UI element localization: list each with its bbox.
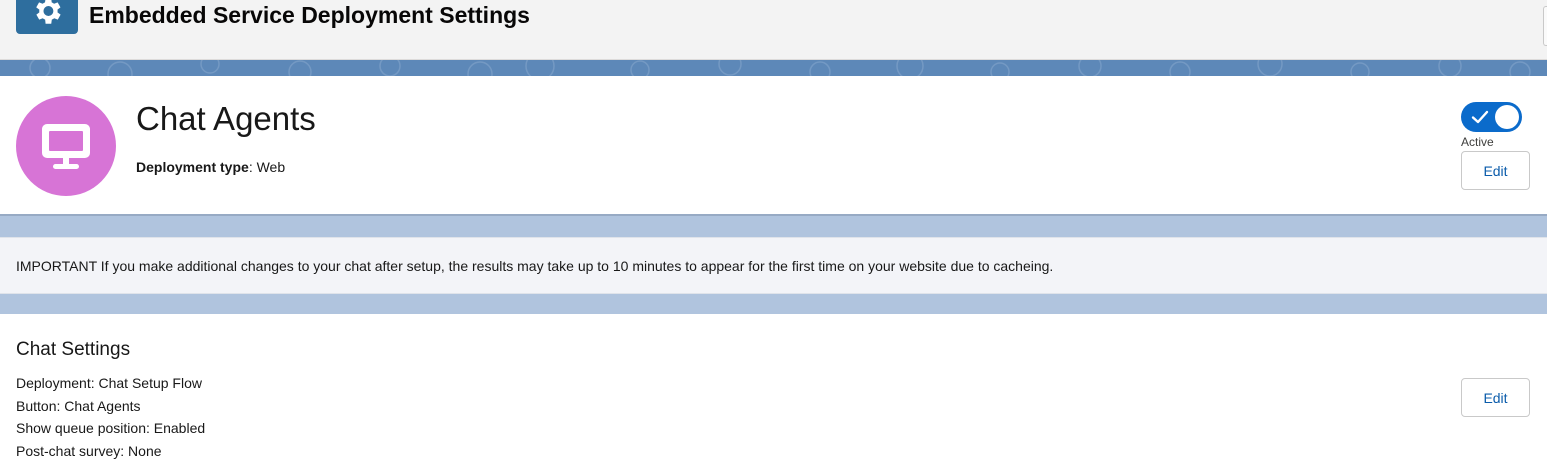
record-header: Chat Agents Deployment type: Web Active …	[0, 76, 1547, 216]
notice-text: IMPORTANT If you make additional changes…	[16, 258, 1054, 274]
checkmark-icon	[1471, 110, 1489, 124]
gear-icon	[16, 0, 78, 34]
record-avatar	[16, 96, 116, 196]
desktop-icon	[42, 124, 90, 169]
record-name: Chat Agents	[136, 100, 316, 137]
settings-item-button: Button: Chat Agents	[16, 397, 141, 414]
chat-settings-list: Deployment: Chat Setup Flow Button: Chat…	[16, 372, 205, 462]
panel-edge-handle[interactable]	[1543, 6, 1547, 46]
important-notice: IMPORTANT If you make additional changes…	[0, 237, 1547, 294]
page-title: Embedded Service Deployment Settings	[89, 2, 530, 28]
active-toggle[interactable]	[1461, 102, 1522, 132]
toggle-label: Active	[1461, 135, 1494, 149]
setup-header: Embedded Service Deployment Settings	[0, 0, 1547, 60]
settings-item-queue-position: Show queue position: Enabled	[16, 420, 206, 436]
deployment-type-label: Deployment type	[136, 159, 249, 175]
edit-chat-settings-button[interactable]: Edit	[1461, 378, 1530, 417]
decorative-band	[0, 60, 1547, 76]
toggle-knob	[1495, 105, 1519, 129]
settings-item-post-chat-survey: Post-chat survey: None	[16, 442, 162, 459]
chat-settings-title: Chat Settings	[16, 339, 131, 360]
chat-settings-card: Chat Settings Deployment: Chat Setup Flo…	[0, 314, 1547, 476]
edit-deployment-button[interactable]: Edit	[1461, 151, 1530, 190]
deployment-type-value: : Web	[248, 159, 286, 175]
settings-item-deployment: Deployment: Chat Setup Flow	[16, 375, 202, 391]
deployment-type: Deployment type: Web	[136, 159, 285, 175]
